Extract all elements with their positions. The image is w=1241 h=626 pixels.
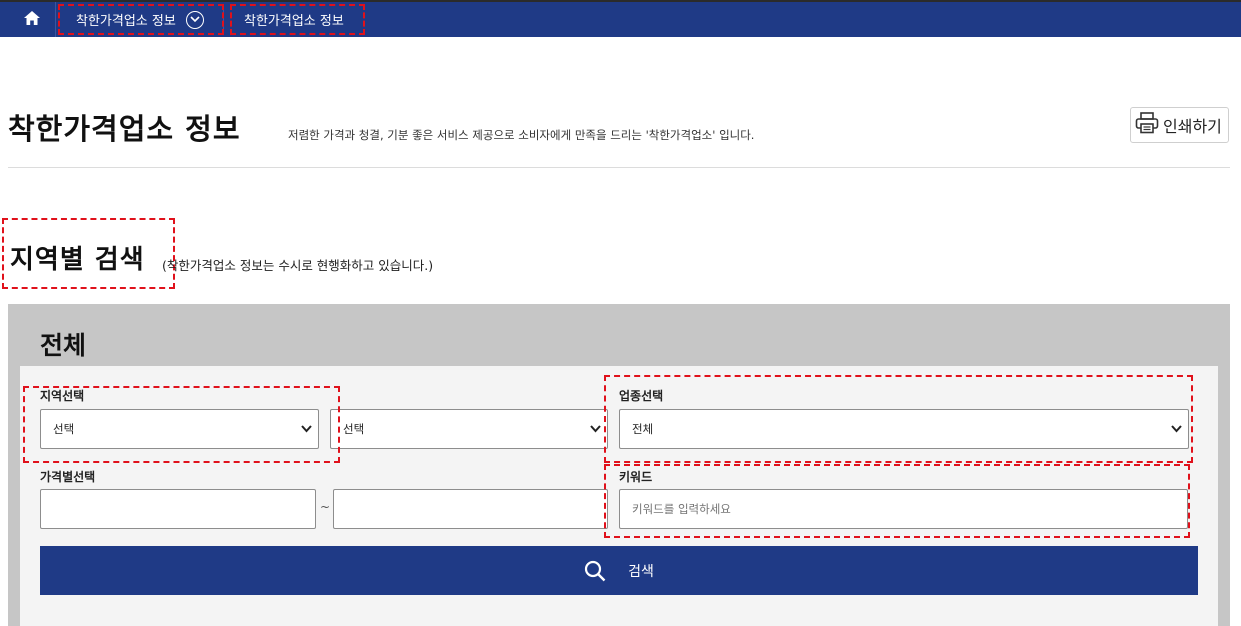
page-description: 저렴한 가격과 청결, 기분 좋은 서비스 제공으로 소비자에게 만족을 드리는… [288,128,755,142]
region-select-2[interactable]: 선택 [330,409,608,449]
header-divider [8,167,1230,168]
price-min-input[interactable] [40,489,316,529]
printer-icon [1135,112,1159,138]
top-nav: 착한가격업소 정보 착한가격업소 정보 [0,0,1241,37]
section-note: (착한가격업소 정보는 수시로 현행화하고 있습니다.) [162,258,434,273]
section-title: 지역별 검색 [10,245,145,275]
search-panel-title: 전체 [40,331,87,360]
print-button-label: 인쇄하기 [1163,117,1222,136]
breadcrumb-menu-2[interactable]: 착한가격업소 정보 [230,4,365,35]
business-type-highlight [604,375,1193,463]
region-select-2-value: 선택 [343,422,365,436]
home-icon [23,10,40,29]
breadcrumb-label-1: 착한가격업소 정보 [76,14,176,29]
search-icon [584,560,606,582]
print-button[interactable]: 인쇄하기 [1130,107,1229,143]
search-button[interactable]: 검색 [40,546,1198,595]
search-button-label: 검색 [628,563,654,580]
price-label: 가격별선택 [40,470,96,484]
page-title: 착한가격업소 정보 [8,112,241,146]
chevron-down-icon [590,423,601,437]
home-button[interactable] [8,2,56,37]
price-max-input[interactable] [333,489,608,529]
breadcrumb-menu-1[interactable]: 착한가격업소 정보 [58,4,224,35]
keyword-highlight [604,464,1190,538]
breadcrumb-label-2: 착한가격업소 정보 [244,14,344,29]
price-range-separator: ~ [320,500,331,514]
chevron-down-icon[interactable] [185,10,204,29]
region-highlight [23,386,340,463]
